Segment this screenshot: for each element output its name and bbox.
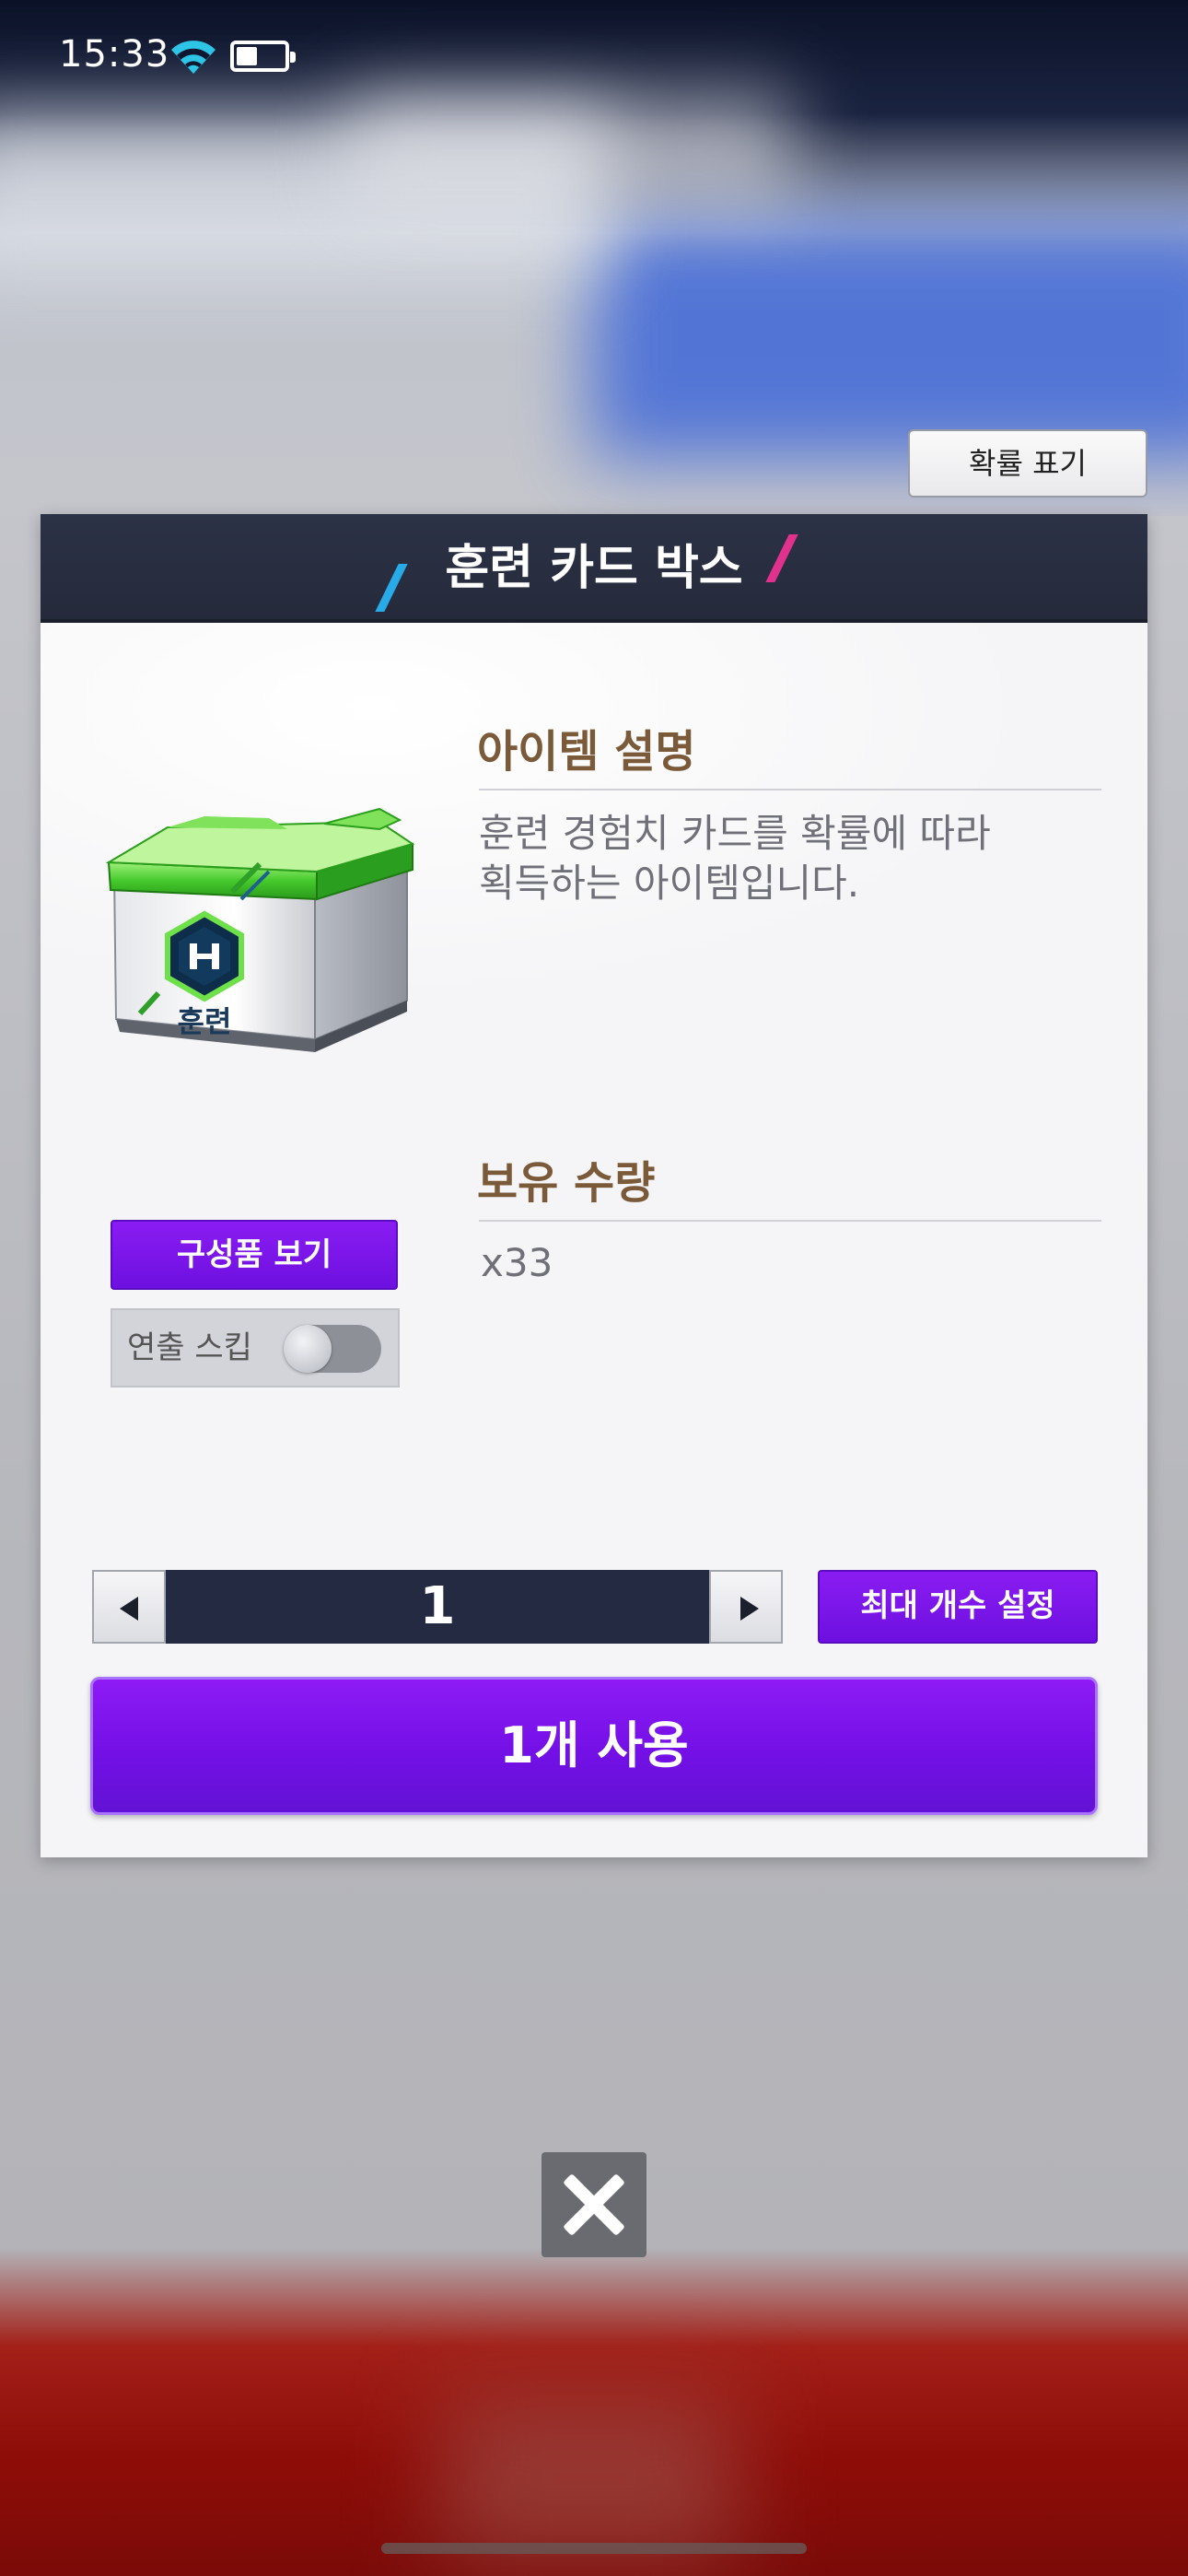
status-bar: 15:33 xyxy=(0,0,1188,111)
close-icon[interactable] xyxy=(542,2152,646,2257)
item-box-label: 훈련 xyxy=(178,1004,232,1039)
owned-heading: 보유 수량 xyxy=(477,1157,656,1209)
probability-button[interactable]: 확률 표기 xyxy=(908,429,1147,498)
skip-animation-toggle[interactable] xyxy=(284,1325,381,1373)
arrow-right-icon xyxy=(740,1597,759,1621)
view-contents-button[interactable]: 구성품 보기 xyxy=(111,1220,398,1290)
description-divider xyxy=(479,789,1101,790)
arrow-left-icon xyxy=(120,1597,138,1621)
skip-animation-control: 연출 스킵 xyxy=(111,1308,400,1388)
use-button[interactable]: 1개 사용 xyxy=(90,1677,1098,1815)
owned-divider xyxy=(479,1220,1101,1222)
owned-count: x33 xyxy=(481,1240,553,1285)
status-time: 15:33 xyxy=(59,33,170,76)
wifi-icon xyxy=(171,41,215,74)
decrease-button[interactable] xyxy=(92,1570,166,1644)
description-text: 훈련 경험치 카드를 확률에 따라 획득하는 아이템입니다. xyxy=(479,811,991,906)
toggle-knob xyxy=(284,1325,332,1373)
description-heading: 아이템 설명 xyxy=(477,726,696,778)
training-box-icon: 훈련 xyxy=(105,807,415,1052)
skip-animation-label: 연출 스킵 xyxy=(127,1329,252,1366)
quantity-value: 1 xyxy=(166,1570,709,1644)
battery-icon xyxy=(230,41,296,72)
modal-title: 훈련 카드 박스 xyxy=(445,541,743,596)
set-max-button[interactable]: 최대 개수 설정 xyxy=(818,1570,1098,1644)
item-modal: 훈련 카드 박스 훈련 아이템 설명 훈련 경험치 카드를 확률에 따라 획득하… xyxy=(41,514,1147,1857)
quantity-stepper: 1 xyxy=(92,1570,783,1644)
increase-button[interactable] xyxy=(709,1570,783,1644)
home-indicator[interactable] xyxy=(381,2543,807,2554)
